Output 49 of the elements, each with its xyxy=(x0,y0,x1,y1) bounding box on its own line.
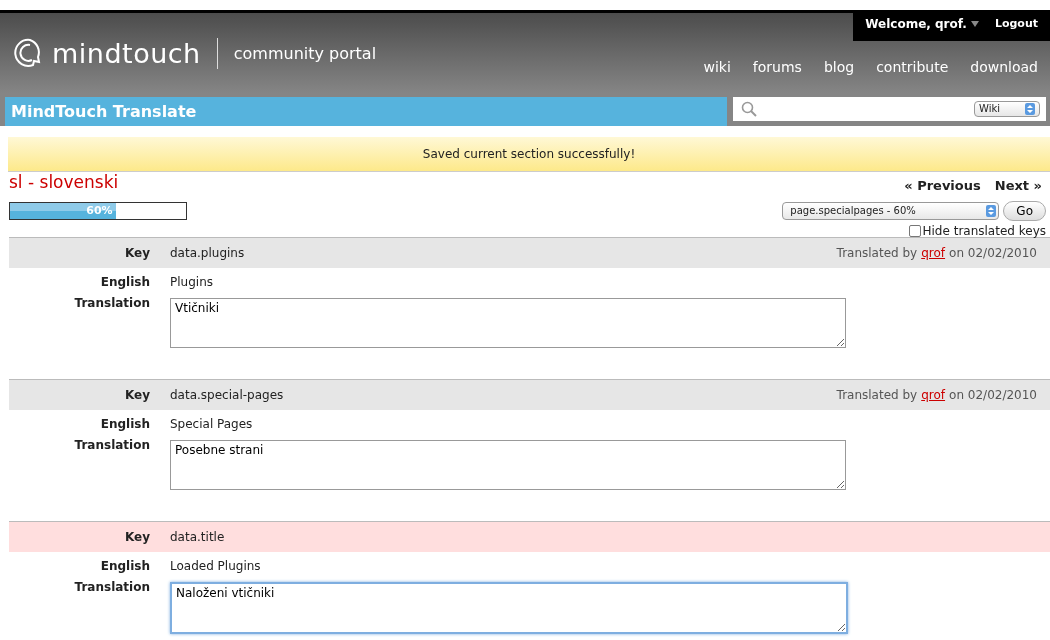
english-text: Plugins xyxy=(170,275,214,289)
search-field[interactable]: Wiki xyxy=(733,97,1046,121)
field-label: Key xyxy=(123,388,151,402)
user-link[interactable]: qrof xyxy=(921,246,946,260)
scope-select[interactable]: Wiki xyxy=(974,101,1040,117)
page-title: MindTouch Translate xyxy=(11,102,197,121)
field-label: Translation xyxy=(73,580,151,594)
progress-label: 60% xyxy=(85,204,114,217)
stepper-icon xyxy=(1025,103,1035,115)
success-message: Saved current section successfully! xyxy=(8,137,1050,172)
translation-field[interactable]: Posebne strani xyxy=(170,440,846,490)
checkbox[interactable] xyxy=(908,225,921,237)
field-label: Translation xyxy=(73,296,151,310)
english-text: Loaded Plugins xyxy=(170,559,262,573)
stepper-icon xyxy=(986,205,997,217)
translation-field[interactable]: Vtičniki xyxy=(170,298,846,348)
translated-by-label: Translated by xyxy=(836,388,918,402)
nav-link[interactable]: contribute xyxy=(876,59,949,75)
translation-date: on 02/02/2010 xyxy=(949,388,1037,402)
key-name: data.plugins xyxy=(170,246,246,260)
field-label: English xyxy=(99,559,151,573)
field-label: Key xyxy=(123,530,151,544)
translation-field[interactable]: Naloženi vtičniki xyxy=(170,582,848,634)
translated-by-label: Translated by xyxy=(836,246,918,260)
search-icon xyxy=(741,101,757,117)
portal-title: community portal xyxy=(216,37,377,69)
nav-link[interactable]: blog xyxy=(823,59,855,75)
translation-date: on 02/02/2010 xyxy=(949,246,1037,260)
caret-icon xyxy=(970,21,979,27)
user-link[interactable]: qrof xyxy=(921,388,946,402)
field-label: Translation xyxy=(73,438,151,452)
field-label: English xyxy=(99,417,151,431)
section-select[interactable]: page.specialpages - 60% xyxy=(782,202,1000,220)
key-name: data.title xyxy=(170,530,226,544)
key-name: data.special-pages xyxy=(170,388,285,402)
next-link[interactable]: Next » xyxy=(994,178,1042,193)
checkbox-label: Hide translated keys xyxy=(922,224,1046,238)
nav-link[interactable]: download xyxy=(970,59,1038,75)
go-button[interactable]: Go xyxy=(1003,201,1046,221)
logout-link[interactable]: Logout xyxy=(994,17,1038,31)
field-label: English xyxy=(99,275,151,289)
previous-link[interactable]: « Previous xyxy=(904,178,981,193)
language-title: sl - slovenski xyxy=(9,172,119,192)
field-label: Key xyxy=(123,246,151,260)
english-text: Special Pages xyxy=(170,417,254,431)
logo-text: mindtouch xyxy=(52,37,201,69)
user-menu[interactable]: Welcome, qrof. xyxy=(865,17,979,31)
nav-link[interactable]: wiki xyxy=(703,59,731,75)
nav-link[interactable]: forums xyxy=(752,59,802,75)
